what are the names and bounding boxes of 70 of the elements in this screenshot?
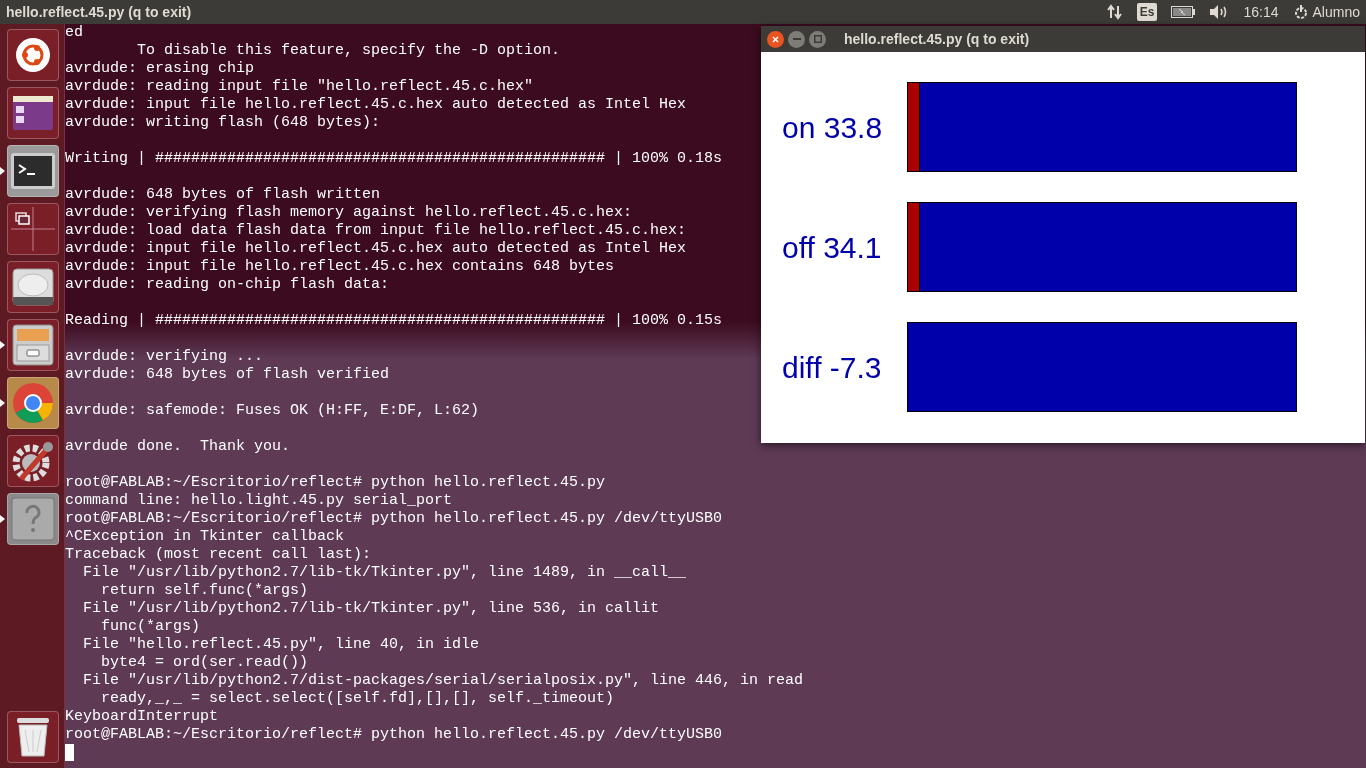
terminal-line: KeyboardInterrupt <box>65 708 219 726</box>
terminal-line: To disable this feature, specify the -D option. <box>136 42 561 60</box>
terminal-line: File "hello.reflect.45.py", line 40, in idle <box>82 636 480 654</box>
terminal-line: func(*args) <box>100 618 201 636</box>
terminal-line: root@FABLAB:~/Escritorio/reflect# python hello.reflect.45.py <box>65 474 606 492</box>
terminal-line: avrdude: safemode: Fuses OK (H:FF, E:DF, L:62) <box>65 402 480 420</box>
terminal-cursor <box>65 744 74 761</box>
terminal-line: byte4 = ord(ser.read()) <box>100 654 309 672</box>
user-name[interactable]: Alumno <box>1312 1 1360 23</box>
trash-icon <box>14 716 51 758</box>
terminal-line: avrdude: verifying ... <box>65 348 264 366</box>
terminal-line: File "/usr/lib/python2.7/dist-packages/serial/serialposix.py", line 446, in read <box>82 672 804 690</box>
folder-window-icon <box>12 96 53 130</box>
terminal-icon <box>10 153 55 189</box>
launcher-item[interactable] <box>6 261 59 313</box>
terminal-line: avrdude: input file hello.reflect.45.c.hex auto detected as Intel Hex <box>65 240 687 258</box>
close-button[interactable] <box>767 30 784 48</box>
terminal-line: ^CException in Tkinter callback <box>65 528 345 546</box>
browser-icon <box>10 381 55 425</box>
launcher-item[interactable] <box>6 203 59 255</box>
terminal-line: root@FABLAB:~/Escritorio/reflect# python hello.reflect.45.py /dev/ttyUSB0 <box>65 726 723 744</box>
terminal-line: avrdude: 648 bytes of flash written <box>65 186 381 204</box>
terminal-line: Reading | ################################################## | 100% 0.15s <box>65 312 723 330</box>
terminal-line: root@FABLAB:~/Escritorio/reflect# python hello.reflect.45.py /dev/ttyUSB0 <box>65 510 723 528</box>
reading-label: diff -7.3 <box>781 349 883 386</box>
maximize-button[interactable] <box>809 30 826 48</box>
launcher-item[interactable] <box>6 435 59 487</box>
terminal-line: avrdude: writing flash (648 bytes): <box>65 114 381 132</box>
terminal-line: avrdude: input file hello.reflect.45.c.hex contains 648 bytes <box>65 258 615 276</box>
file-cabinet-icon <box>10 323 55 367</box>
terminal-line: File "/usr/lib/python2.7/lib-tk/Tkinter.py", line 536, in callit <box>82 600 660 618</box>
terminal-line: avrdude: reading input file "hello.reflect.45.c.hex" <box>65 78 534 96</box>
keyboard-layout-indicator[interactable]: Es <box>1136 3 1158 21</box>
terminal-line: avrdude: input file hello.reflect.45.c.hex auto detected as Intel Hex <box>65 96 687 114</box>
launcher-item[interactable] <box>6 29 59 81</box>
help-icon <box>10 497 55 541</box>
launcher-item[interactable] <box>6 319 59 371</box>
terminal-line: return self.func(*args) <box>100 582 309 600</box>
network-arrows-icon[interactable] <box>1106 4 1123 20</box>
launcher-item[interactable] <box>6 711 59 763</box>
terminal-line: ready,_,_ = select.select([self.fd],[],[], self._timeout) <box>100 690 615 708</box>
terminal-line: avrdude done. Thank you. <box>65 438 291 456</box>
terminal-line: avrdude: load data flash data from input file hello.reflect.45.c.hex: <box>65 222 687 240</box>
launcher-item[interactable] <box>6 377 59 429</box>
reading-label: on 33.8 <box>781 109 884 146</box>
window-title: hello.reflect.45.py (q to exit) <box>844 29 1030 49</box>
terminal-line: avrdude: reading on-chip flash data: <box>65 276 390 294</box>
launcher-item[interactable] <box>6 493 59 545</box>
terminal-line: ed <box>65 24 83 42</box>
terminal-line: command line: hello.light.45.py serial_port <box>65 492 453 510</box>
launcher-item[interactable] <box>6 87 59 139</box>
workspaces-icon <box>10 207 55 251</box>
reading-label: off 34.1 <box>781 229 883 266</box>
clock[interactable]: 16:14 <box>1243 1 1279 23</box>
maximize-icon <box>813 35 822 43</box>
launcher-item[interactable] <box>6 145 59 197</box>
terminal-line: Traceback (most recent call last): <box>65 546 372 564</box>
terminal-line: File "/usr/lib/python2.7/lib-tk/Tkinter.py", line 1489, in __call__ <box>82 564 687 582</box>
terminal-line: avrdude: 648 bytes of flash verified <box>65 366 390 384</box>
terminal-line: avrdude: erasing chip <box>65 60 255 78</box>
battery-icon[interactable] <box>1171 6 1196 18</box>
gear-wrench-icon <box>10 439 55 483</box>
terminal-line: avrdude: verifying flash memory against hello.reflect.45.c.hex: <box>65 204 633 222</box>
hard-drive-icon <box>10 267 55 307</box>
close-icon <box>772 35 779 43</box>
window-title: hello.reflect.45.py (q to exit) <box>6 2 192 22</box>
minimize-icon <box>792 38 801 40</box>
terminal-line: Writing | ################################################## | 100% 0.18s <box>65 150 723 168</box>
power-gear-icon[interactable] <box>1292 4 1309 20</box>
ubuntu-logo-icon <box>14 37 51 73</box>
